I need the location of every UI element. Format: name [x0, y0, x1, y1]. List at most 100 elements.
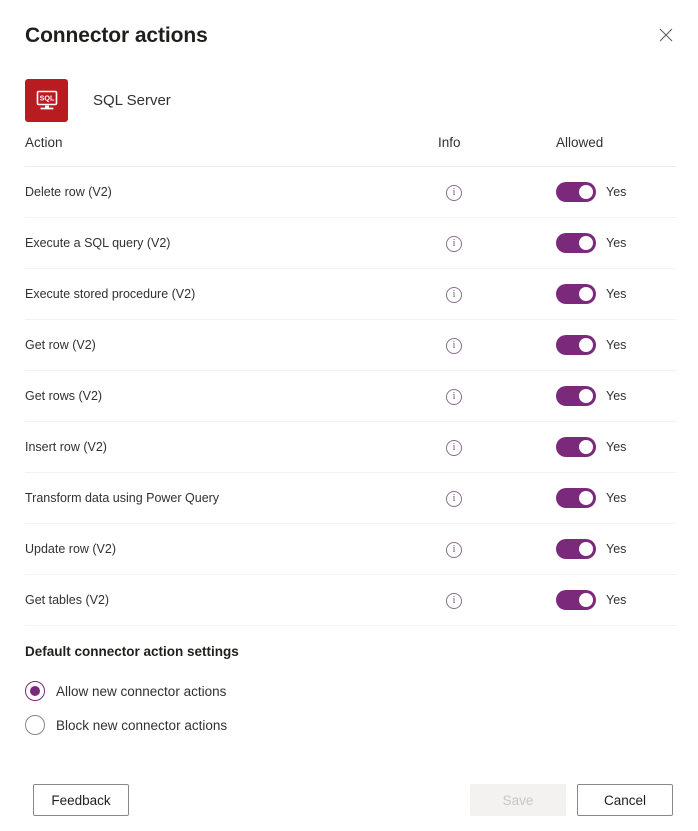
info-cell: i: [438, 524, 556, 575]
allowed-toggle-group: Yes: [556, 284, 676, 304]
default-settings-section: Default connector action settings Allow …: [0, 626, 698, 742]
table-row: Update row (V2) i Yes: [25, 524, 676, 575]
allowed-cell: Yes: [556, 218, 676, 269]
toggle-knob: [579, 185, 593, 199]
info-icon[interactable]: i: [446, 236, 462, 252]
allowed-toggle-label: Yes: [606, 440, 626, 454]
allowed-cell: Yes: [556, 320, 676, 371]
info-icon[interactable]: i: [446, 593, 462, 609]
info-icon[interactable]: i: [446, 440, 462, 456]
info-cell: i: [438, 320, 556, 371]
info-icon[interactable]: i: [446, 338, 462, 354]
info-cell: i: [438, 218, 556, 269]
radio-label: Allow new connector actions: [56, 684, 226, 699]
info-cell: i: [438, 371, 556, 422]
allowed-toggle-label: Yes: [606, 236, 626, 250]
allowed-toggle-label: Yes: [606, 491, 626, 505]
allowed-toggle-group: Yes: [556, 437, 676, 457]
allowed-toggle[interactable]: [556, 539, 596, 559]
default-action-radio-group[interactable]: Allow new connector actions Block new con…: [25, 674, 673, 742]
action-name-cell: Get row (V2): [25, 320, 438, 371]
toggle-knob: [579, 338, 593, 352]
actions-table-wrapper: Action Info Allowed Delete row (V2)iYesE…: [0, 135, 698, 626]
radio-label: Block new connector actions: [56, 718, 227, 733]
toggle-knob: [579, 491, 593, 505]
toggle-knob: [579, 440, 593, 454]
info-cell: i: [438, 575, 556, 626]
allowed-toggle-label: Yes: [606, 185, 626, 199]
table-row: Execute stored procedure (V2) i Yes: [25, 269, 676, 320]
info-cell: i: [438, 422, 556, 473]
allowed-toggle[interactable]: [556, 488, 596, 508]
feedback-button[interactable]: Feedback: [33, 784, 129, 816]
allowed-cell: Yes: [556, 371, 676, 422]
column-header-allowed: Allowed: [556, 135, 676, 167]
connector-name: SQL Server: [93, 92, 171, 109]
radio-option-block[interactable]: Block new connector actions: [25, 708, 673, 742]
allowed-cell: Yes: [556, 473, 676, 524]
action-name-cell: Insert row (V2): [25, 422, 438, 473]
table-header-row: Action Info Allowed: [25, 135, 676, 167]
close-icon: [659, 28, 673, 45]
allowed-toggle[interactable]: [556, 284, 596, 304]
connector-actions-table: Action Info Allowed Delete row (V2)iYesE…: [25, 135, 676, 626]
radio-option-allow[interactable]: Allow new connector actions: [25, 674, 673, 708]
table-row: Delete row (V2) i Yes: [25, 167, 676, 218]
info-icon[interactable]: i: [446, 542, 462, 558]
allowed-cell: Yes: [556, 269, 676, 320]
table-row: Insert row (V2) i Yes: [25, 422, 676, 473]
radio-button[interactable]: [25, 681, 45, 701]
toggle-knob: [579, 287, 593, 301]
default-settings-title: Default connector action settings: [25, 644, 673, 659]
toggle-knob: [579, 389, 593, 403]
allowed-cell: Yes: [556, 575, 676, 626]
svg-text:SQL: SQL: [39, 93, 54, 102]
panel-footer: Feedback Save Cancel: [0, 769, 698, 831]
action-name-cell: Execute a SQL query (V2): [25, 218, 438, 269]
allowed-toggle-group: Yes: [556, 335, 676, 355]
table-row: Get tables (V2) i Yes: [25, 575, 676, 626]
action-name-cell: Get tables (V2): [25, 575, 438, 626]
allowed-toggle[interactable]: [556, 386, 596, 406]
info-icon[interactable]: i: [446, 185, 462, 201]
page-title: Connector actions: [25, 22, 673, 50]
table-row: Transform data using Power Query i Yes: [25, 473, 676, 524]
allowed-toggle[interactable]: [556, 233, 596, 253]
allowed-toggle-label: Yes: [606, 287, 626, 301]
allowed-toggle-group: Yes: [556, 590, 676, 610]
allowed-toggle-group: Yes: [556, 539, 676, 559]
info-icon[interactable]: i: [446, 389, 462, 405]
table-body: Delete row (V2)iYesExecute a SQL query (…: [25, 167, 676, 626]
allowed-cell: Yes: [556, 524, 676, 575]
radio-button[interactable]: [25, 715, 45, 735]
allowed-cell: Yes: [556, 167, 676, 218]
sql-server-icon: SQL: [25, 79, 68, 122]
action-name-cell: Update row (V2): [25, 524, 438, 575]
table-row: Execute a SQL query (V2) i Yes: [25, 218, 676, 269]
info-icon[interactable]: i: [446, 287, 462, 303]
allowed-toggle[interactable]: [556, 335, 596, 355]
close-button[interactable]: [650, 20, 682, 52]
action-name-cell: Get rows (V2): [25, 371, 438, 422]
cancel-button[interactable]: Cancel: [577, 784, 673, 816]
action-name-cell: Delete row (V2): [25, 167, 438, 218]
allowed-toggle-label: Yes: [606, 389, 626, 403]
info-cell: i: [438, 167, 556, 218]
panel-header: Connector actions: [0, 0, 698, 62]
allowed-toggle-group: Yes: [556, 233, 676, 253]
allowed-toggle-group: Yes: [556, 182, 676, 202]
column-header-action: Action: [25, 135, 438, 167]
action-name-cell: Execute stored procedure (V2): [25, 269, 438, 320]
allowed-toggle[interactable]: [556, 182, 596, 202]
table-row: Get rows (V2) i Yes: [25, 371, 676, 422]
allowed-toggle[interactable]: [556, 590, 596, 610]
action-name-cell: Transform data using Power Query: [25, 473, 438, 524]
column-header-info: Info: [438, 135, 556, 167]
allowed-toggle[interactable]: [556, 437, 596, 457]
table-head: Action Info Allowed: [25, 135, 676, 167]
table-row: Get row (V2) i Yes: [25, 320, 676, 371]
allowed-toggle-label: Yes: [606, 593, 626, 607]
connector-identity: SQL SQL Server: [0, 62, 698, 125]
save-button[interactable]: Save: [470, 784, 566, 816]
info-icon[interactable]: i: [446, 491, 462, 507]
